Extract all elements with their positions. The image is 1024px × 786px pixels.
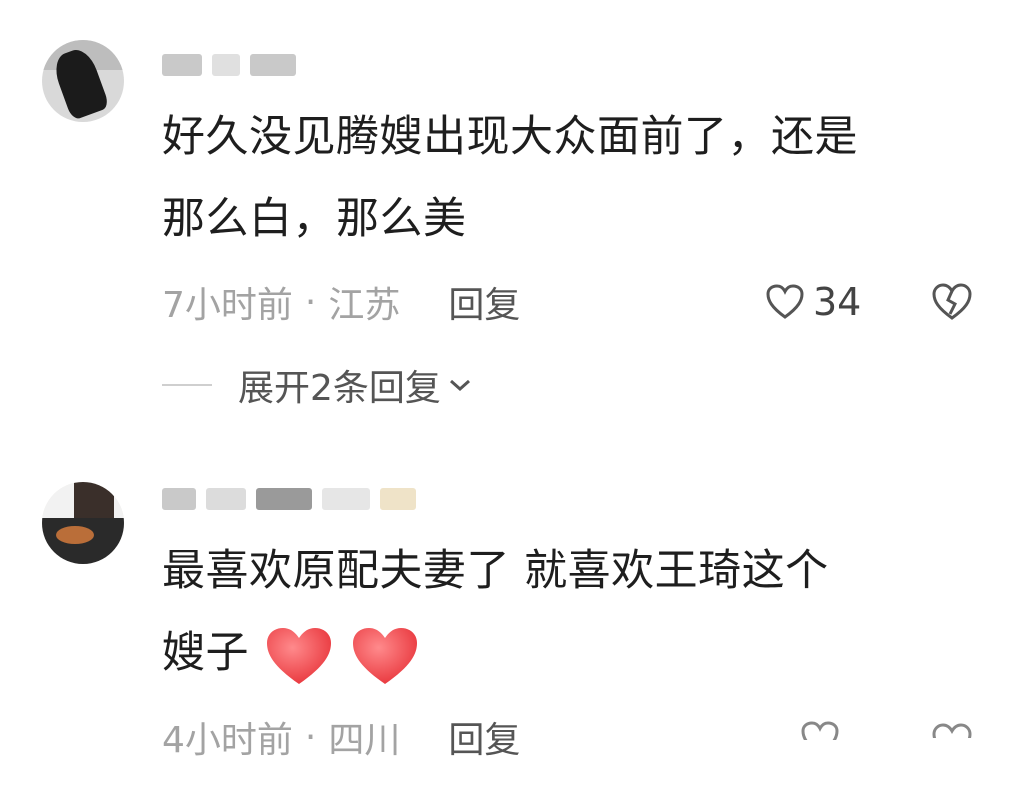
like-button[interactable] xyxy=(800,720,860,740)
separator-dot: · xyxy=(304,716,317,758)
expand-replies-button[interactable]: 展开2条回复 xyxy=(162,360,473,410)
expand-replies-label: 展开2条回复 xyxy=(238,368,441,409)
username-blurred[interactable] xyxy=(162,484,416,514)
like-button[interactable]: 34 xyxy=(765,277,861,327)
comment-text-fragment: 嫂子 xyxy=(162,628,249,678)
comment-text-line: 最喜欢原配夫妻了 就喜欢王琦这个 xyxy=(162,546,829,596)
separator-dot: · xyxy=(304,281,317,323)
avatar[interactable] xyxy=(42,40,124,122)
red-heart-emoji xyxy=(267,627,332,684)
comment-meta: 7小时前 · 江苏 回复 xyxy=(162,277,992,327)
chevron-down-icon xyxy=(449,379,470,392)
comment-text-line: 好久没见腾嫂出现大众面前了，还是 xyxy=(162,112,858,162)
location: 江苏 xyxy=(328,285,401,326)
location: 四川 xyxy=(328,720,401,761)
heart-outline-icon xyxy=(766,284,804,319)
username-blurred[interactable] xyxy=(162,50,296,80)
dislike-broken-heart-icon[interactable] xyxy=(930,280,974,324)
comment-item: 好久没见腾嫂出现大众面前了，还是 那么白，那么美 7小时前 · 江苏 回复 34… xyxy=(0,0,1024,420)
dislike-button[interactable] xyxy=(930,720,974,738)
like-count: 34 xyxy=(813,280,862,324)
heart-outline-icon xyxy=(801,721,839,740)
avatar[interactable] xyxy=(42,482,124,564)
comment-text: 最喜欢原配夫妻了 就喜欢王琦这个 嫂子 xyxy=(162,530,992,694)
dislike-broken-heart-icon xyxy=(932,723,972,738)
comment-item: 最喜欢原配夫妻了 就喜欢王琦这个 嫂子 4小时前 · 四川 回复 xyxy=(0,440,1024,786)
divider-line xyxy=(162,384,212,386)
timestamp: 4小时前 xyxy=(162,720,293,761)
comment-text-line: 那么白，那么美 xyxy=(162,194,467,244)
timestamp: 7小时前 xyxy=(162,285,293,326)
comment-text-line-with-emoji: 嫂子 xyxy=(162,612,992,694)
reply-button[interactable]: 回复 xyxy=(448,276,520,328)
red-heart-emoji xyxy=(353,627,418,684)
comment-text: 好久没见腾嫂出现大众面前了，还是 那么白，那么美 xyxy=(162,96,992,260)
comment-meta: 4小时前 · 四川 回复 xyxy=(162,712,992,762)
reply-button[interactable]: 回复 xyxy=(448,711,520,763)
